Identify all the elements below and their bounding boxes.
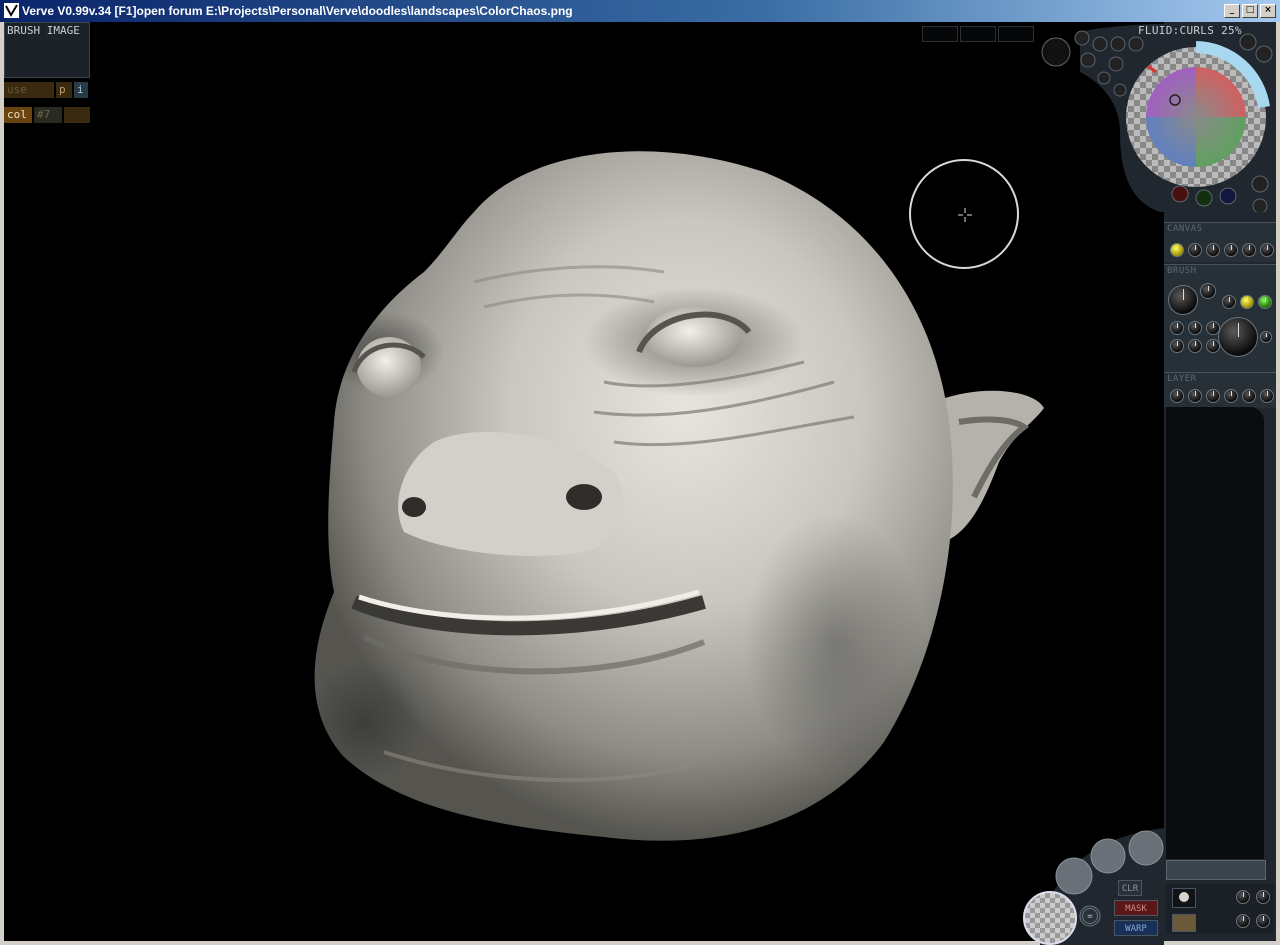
knob-icon[interactable] — [1074, 30, 1090, 46]
knob-icon[interactable] — [1251, 175, 1269, 193]
painting-canvas[interactable] — [4, 22, 1164, 941]
close-button[interactable]: × — [1260, 4, 1276, 18]
canvas-section: CANVAS — [1164, 222, 1276, 262]
color-swatch-green[interactable] — [1195, 189, 1213, 207]
knob-icon[interactable] — [1170, 339, 1184, 353]
knob-icon[interactable] — [1239, 33, 1257, 51]
minimize-button[interactable]: _ — [1224, 4, 1240, 18]
col-button[interactable]: col — [4, 107, 32, 123]
fluid-label: FLUID:CURLS 25% — [1138, 24, 1242, 37]
knob-icon[interactable] — [1206, 389, 1220, 403]
title-bar[interactable]: Verve V0.99v.34 [F1]open forum E:\Projec… — [0, 0, 1280, 22]
knob-icon[interactable] — [1170, 321, 1184, 335]
knob-icon[interactable] — [1188, 389, 1202, 403]
warp-button[interactable]: WARP — [1114, 920, 1158, 936]
preset-slot[interactable] — [922, 26, 958, 42]
knob-icon[interactable] — [1260, 243, 1274, 257]
color-panel — [1041, 22, 1276, 212]
brush-size-knob[interactable] — [1168, 285, 1198, 315]
knob-icon[interactable] — [1188, 243, 1202, 257]
preset-slots — [922, 26, 1034, 42]
eraser-tool-icon[interactable] — [1023, 891, 1077, 945]
brush-opacity-knob[interactable] — [1218, 317, 1258, 357]
blank-button[interactable] — [64, 107, 90, 123]
knob-icon[interactable] — [1206, 243, 1220, 257]
layer-section: LAYER — [1164, 372, 1276, 408]
knob-icon[interactable] — [1255, 45, 1273, 63]
brush-image-label: BRUSH IMAGE — [7, 24, 80, 37]
brush-section: BRUSH — [1164, 264, 1276, 374]
knob-icon[interactable] — [1258, 295, 1272, 309]
fluid-tool-icon[interactable] — [1041, 37, 1071, 67]
mask-button[interactable]: MASK — [1114, 900, 1158, 916]
use-button[interactable]: use — [4, 82, 54, 98]
crosshair-icon — [958, 208, 972, 222]
window-title: Verve V0.99v.34 [F1]open forum E:\Projec… — [22, 4, 573, 18]
color-wheel-icon[interactable] — [1146, 67, 1246, 167]
brush-image-panel: BRUSH IMAGE use p i col #7 — [4, 22, 90, 124]
layer-section-label: LAYER — [1167, 374, 1197, 384]
knob-icon[interactable] — [1188, 321, 1202, 335]
knob-icon[interactable] — [1260, 389, 1274, 403]
knob-icon[interactable] — [1224, 389, 1238, 403]
color-swatch-red[interactable] — [1171, 185, 1189, 203]
knob-icon[interactable] — [1080, 52, 1096, 68]
knob-icon[interactable] — [1092, 36, 1108, 52]
knob-icon[interactable] — [1252, 198, 1268, 212]
clr-button[interactable]: CLR — [1118, 880, 1142, 896]
knob-icon[interactable] — [1200, 283, 1216, 299]
verve-app-icon — [4, 3, 19, 18]
knob-icon[interactable] — [1260, 331, 1272, 343]
knob-icon[interactable] — [1170, 389, 1184, 403]
color-swatch-blue[interactable] — [1219, 187, 1237, 205]
knob-icon[interactable] — [1113, 83, 1127, 97]
equal-button[interactable]: = — [1082, 908, 1098, 924]
maximize-button[interactable]: □ — [1242, 4, 1258, 18]
knob-icon[interactable] — [1242, 243, 1256, 257]
canvas-section-label: CANVAS — [1167, 224, 1203, 234]
sculpted-head-image — [304, 151, 1044, 841]
knob-icon[interactable] — [1188, 339, 1202, 353]
p-button[interactable]: p — [56, 82, 72, 98]
brush-section-label: BRUSH — [1167, 266, 1197, 276]
knob-icon[interactable] — [1222, 295, 1236, 309]
brush-image-preview[interactable]: BRUSH IMAGE — [4, 22, 90, 78]
knob-icon[interactable] — [1128, 36, 1144, 52]
bottom-tools: CLR MASK WARP = — [1020, 828, 1276, 945]
knob-icon[interactable] — [1240, 295, 1254, 309]
ratio-button[interactable]: #7 — [34, 107, 62, 123]
knob-icon[interactable] — [1224, 243, 1238, 257]
knob-icon[interactable] — [1108, 56, 1124, 72]
knob-icon[interactable] — [1170, 243, 1184, 257]
knob-icon[interactable] — [1242, 389, 1256, 403]
knob-icon[interactable] — [1110, 36, 1126, 52]
preset-slot[interactable] — [960, 26, 996, 42]
layer-list[interactable] — [1166, 407, 1264, 859]
brush-cursor-icon — [909, 159, 1019, 269]
i-button[interactable]: i — [74, 82, 88, 98]
knob-icon[interactable] — [1097, 71, 1111, 85]
